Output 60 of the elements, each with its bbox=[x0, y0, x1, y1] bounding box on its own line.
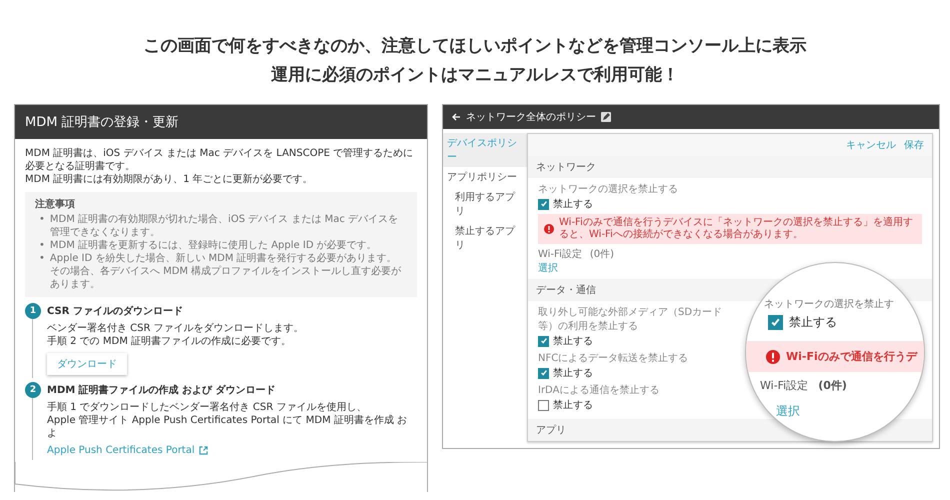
headline: 運用に必須のポイントはマニュアルレスで利用可能！ bbox=[271, 64, 679, 86]
note-text: その場合、各デバイスへ MDM 構成プロファイルをインストールし直す必要があります。 bbox=[50, 265, 402, 291]
sidebar-item[interactable]: アプリポリシー bbox=[443, 167, 527, 187]
checkbox-label: 禁止する bbox=[553, 198, 593, 211]
step-title: CSR ファイルのダウンロード bbox=[47, 304, 183, 318]
select-link[interactable]: 選択 bbox=[538, 263, 558, 274]
checkbox[interactable] bbox=[538, 336, 549, 346]
notes-title: 注意事項 bbox=[35, 198, 76, 211]
warning-icon bbox=[766, 350, 780, 364]
download-button[interactable]: ダウンロード bbox=[47, 353, 127, 375]
sidebar-item[interactable]: 禁止するアプリ bbox=[443, 221, 527, 255]
field-label: NFCによるデータ転送を禁止する bbox=[538, 352, 690, 365]
bullet: • bbox=[39, 213, 45, 227]
step-text: 手順 1 でダウンロードしたベンダー署名付き CSR ファイルを使用し、 bbox=[47, 401, 368, 414]
action-link[interactable]: キャンセル bbox=[846, 138, 896, 152]
step-title: MDM 証明書ファイルの作成 および ダウンロード bbox=[47, 384, 276, 396]
sidebar-item[interactable]: 利用するアプリ bbox=[443, 187, 527, 221]
external-link-icon bbox=[198, 446, 208, 455]
note-text: MDM 証明書を更新するには、登録時に使用した Apple ID が必要です。 bbox=[50, 239, 377, 252]
step-text: 手順 2 での MDM 証明書ファイルの作成に必要です。 bbox=[47, 335, 292, 348]
panel-title: ネットワーク全体のポリシー bbox=[466, 111, 596, 124]
wifi-count: (0件) bbox=[818, 378, 847, 393]
select-link[interactable]: 選択 bbox=[776, 403, 800, 420]
note-text: Apple ID を紛失した場合、新しい MDM 証明書を発行する必要があります。 bbox=[50, 252, 398, 265]
back-arrow-icon bbox=[451, 112, 461, 122]
section-header: ネットワーク bbox=[528, 156, 932, 178]
note-text: MDM 証明書の有効期限が切れた場合、iOS デバイス または Mac デバイスを管理できなくなります。 bbox=[50, 213, 400, 239]
field-label: 取り外し可能な外部メディア（SDカード等）の利用を禁止する bbox=[538, 306, 724, 333]
bullet: • bbox=[39, 239, 45, 252]
wifi-label: Wi-Fi設定 bbox=[538, 248, 582, 261]
action-link[interactable]: 保存 bbox=[904, 138, 924, 152]
headline: この画面で何をすべきなのか、注意してほしいポイントなどを管理コンソール上に表示 bbox=[144, 35, 806, 57]
checkbox[interactable] bbox=[538, 400, 549, 410]
step-text: ベンダー署名付き CSR ファイルをダウンロードします。 bbox=[47, 322, 305, 335]
checkbox-label: 禁止する bbox=[553, 366, 593, 380]
edit-icon[interactable] bbox=[601, 112, 611, 122]
step-number: 2 bbox=[25, 382, 41, 398]
intro-text: MDM 証明書は、iOS デバイス または Mac デバイスを LANSCOPE で管理するために必要となる証明書です。 bbox=[25, 147, 414, 173]
step-number: 1 bbox=[25, 303, 41, 319]
wifi-count: (0件) bbox=[590, 248, 614, 261]
check-icon bbox=[540, 337, 548, 345]
checkbox-label: 禁止する bbox=[553, 398, 593, 412]
panel-title: MDM 証明書の登録・更新 bbox=[25, 115, 179, 130]
warning-text: Wi-Fiのみで通信を行うデバイスに「ネットワークの選択を禁止する」を適用すると、Wi-Fiへの接続ができなくなる場合があります。 bbox=[559, 217, 914, 241]
check-icon bbox=[540, 369, 548, 377]
checkbox[interactable] bbox=[538, 368, 549, 378]
bullet: • bbox=[39, 252, 45, 266]
checkbox-label: 禁止する bbox=[789, 314, 837, 331]
intro-text: MDM 証明書には有効期限があり、1 年ごとに更新が必要です。 bbox=[25, 173, 314, 186]
portal-link[interactable]: Apple Push Certificates Portal bbox=[47, 444, 195, 457]
checkbox-label: 禁止する bbox=[553, 334, 593, 348]
checkbox[interactable] bbox=[538, 198, 549, 210]
field-label: IrDAによる通信を禁止する bbox=[538, 384, 660, 397]
check-icon bbox=[540, 200, 548, 208]
warning-icon bbox=[544, 224, 554, 234]
field-label: ネットワークの選択を禁止する bbox=[538, 182, 679, 196]
step-text: Apple 管理サイト Apple Push Certificates Portal にて MDM 証明書を作成 およ bbox=[47, 414, 408, 440]
wifi-label: Wi-Fi設定 bbox=[760, 378, 808, 393]
warning-text: Wi-Fiのみで通信を行うデ bbox=[786, 349, 917, 364]
sidebar-item[interactable]: デバイスポリシー bbox=[443, 133, 527, 167]
